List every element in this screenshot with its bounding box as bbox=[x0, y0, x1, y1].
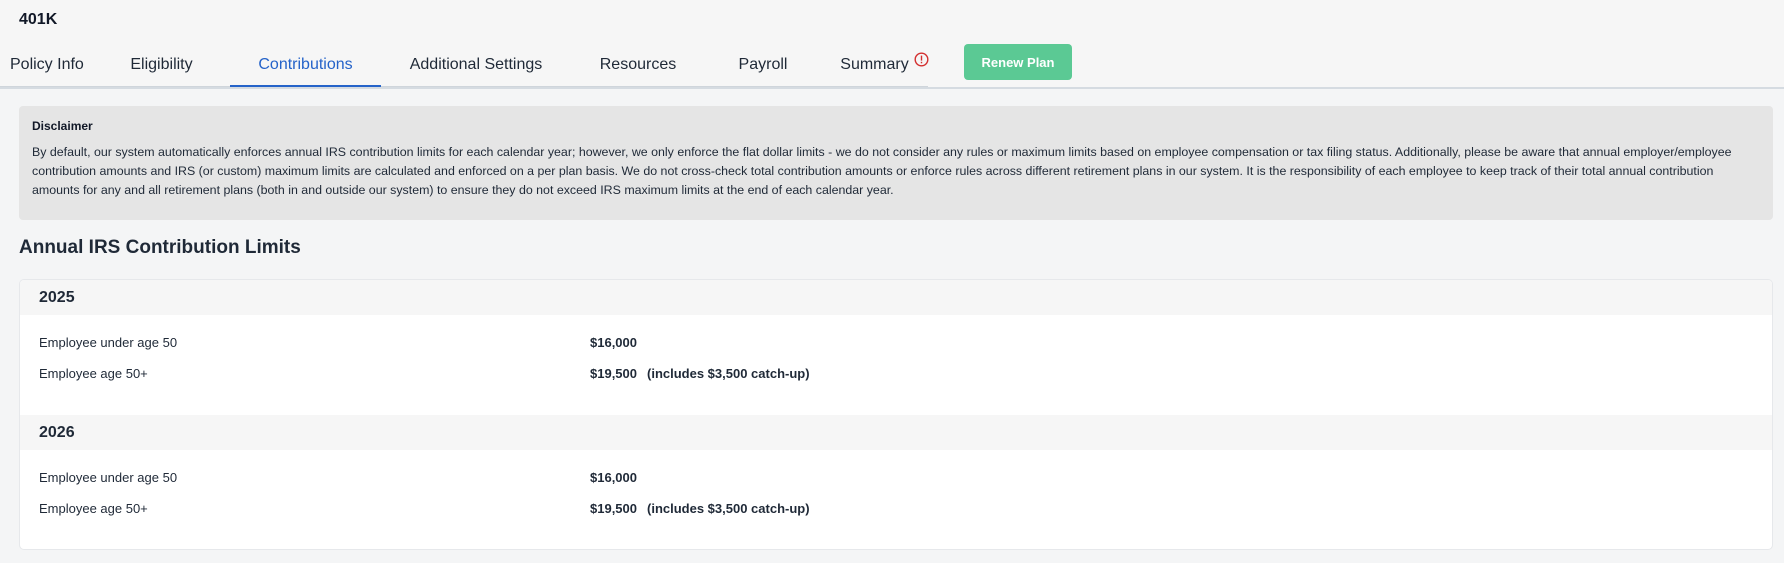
year-section-2026: 2026 Employee under age 50 $16,000 Emplo… bbox=[20, 415, 1772, 549]
catch-up-note: (includes $3,500 catch-up) bbox=[647, 366, 810, 381]
limit-row: Employee age 50+ $19,500 (includes $3,50… bbox=[20, 358, 1772, 389]
limit-value: $19,500 bbox=[590, 501, 637, 516]
limit-label: Employee age 50+ bbox=[39, 366, 148, 381]
top-header: 401K Policy Info Eligibility Contributio… bbox=[0, 0, 1784, 89]
limit-row: Employee under age 50 $16,000 bbox=[20, 462, 1772, 493]
limit-value: $19,500 bbox=[590, 366, 637, 381]
year-section-2025: 2025 Employee under age 50 $16,000 Emplo… bbox=[20, 280, 1772, 415]
contribution-limits-card: 2025 Employee under age 50 $16,000 Emplo… bbox=[19, 279, 1773, 550]
tab-bar: Policy Info Eligibility Contributions Ad… bbox=[0, 48, 928, 87]
section-title: Annual IRS Contribution Limits bbox=[19, 237, 301, 258]
exclamation-circle-icon bbox=[914, 52, 929, 67]
limit-label: Employee under age 50 bbox=[39, 470, 178, 485]
tab-policy-info[interactable]: Policy Info bbox=[0, 48, 93, 86]
limit-label: Employee age 50+ bbox=[39, 501, 148, 516]
disclaimer-text: By default, our system automatically enf… bbox=[32, 145, 1732, 197]
tab-resources[interactable]: Resources bbox=[571, 48, 705, 86]
tab-payroll[interactable]: Payroll bbox=[705, 48, 821, 86]
year-header: 2026 bbox=[20, 415, 1772, 450]
renew-plan-button[interactable]: Renew Plan bbox=[964, 44, 1072, 80]
limit-value: $16,000 bbox=[590, 470, 637, 485]
year-header: 2025 bbox=[20, 280, 1772, 315]
disclaimer-box: Disclaimer By default, our system automa… bbox=[19, 106, 1773, 220]
page-title: 401K bbox=[19, 11, 58, 28]
tab-eligibility[interactable]: Eligibility bbox=[93, 48, 230, 86]
limit-value: $16,000 bbox=[590, 335, 637, 350]
tab-summary[interactable]: Summary bbox=[821, 48, 928, 86]
tab-contributions[interactable]: Contributions bbox=[230, 48, 381, 87]
catch-up-note: (includes $3,500 catch-up) bbox=[647, 501, 810, 516]
limit-row: Employee age 50+ $19,500 (includes $3,50… bbox=[20, 493, 1772, 524]
limit-label: Employee under age 50 bbox=[39, 335, 178, 350]
tab-additional-settings[interactable]: Additional Settings bbox=[381, 48, 571, 86]
limit-row: Employee under age 50 $16,000 bbox=[20, 327, 1772, 358]
disclaimer-title: Disclaimer bbox=[32, 119, 93, 133]
